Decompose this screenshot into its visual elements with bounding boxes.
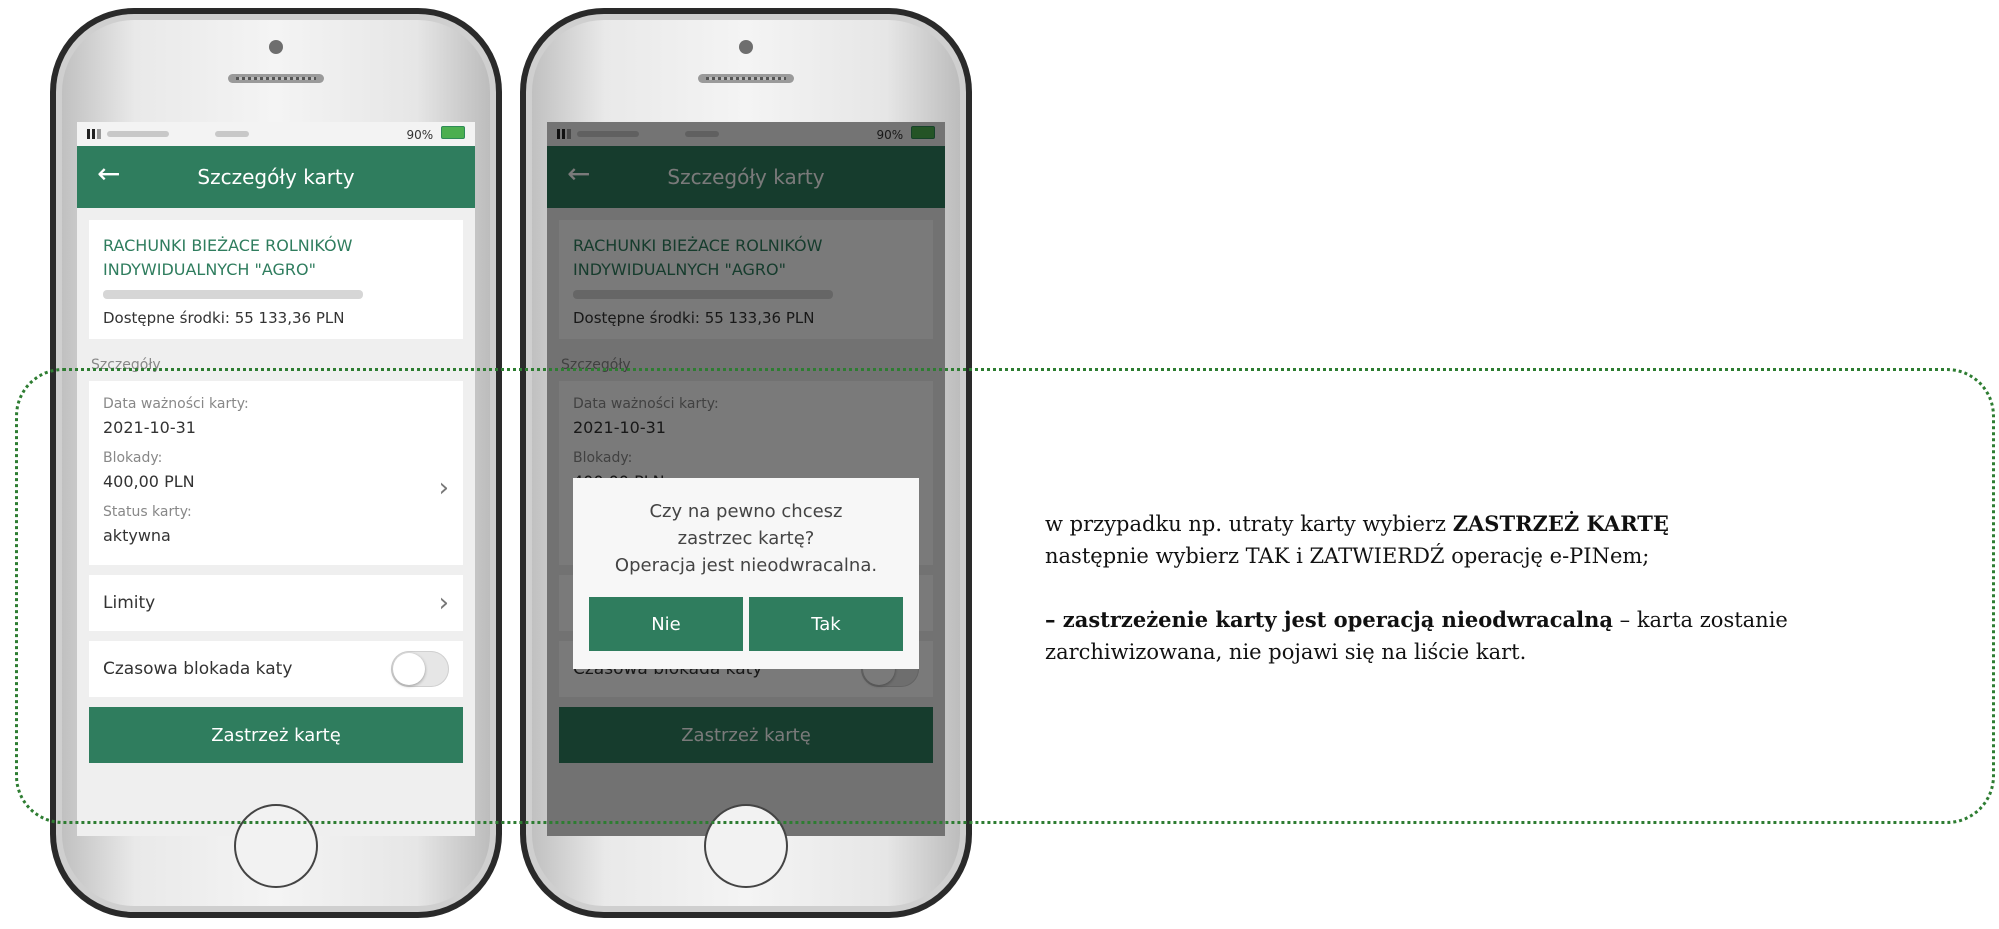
instruction-bold: ZASTRZEŻ KARTĘ bbox=[1452, 511, 1669, 536]
app-bar: ← Szczegóły karty bbox=[77, 146, 475, 208]
page-title: Szczegóły karty bbox=[197, 165, 355, 189]
arrow-left-icon[interactable]: ← bbox=[97, 160, 120, 188]
instructions: w przypadku np. utraty karty wybierz ZAS… bbox=[1045, 508, 1965, 668]
instruction-line-1: w przypadku np. utraty karty wybierz ZAS… bbox=[1045, 508, 1965, 540]
carrier-blurred bbox=[107, 131, 169, 137]
battery-icon bbox=[441, 126, 465, 139]
speaker-grille bbox=[228, 74, 324, 83]
account-name: RACHUNKI BIEŻACE ROLNIKÓW INDYWIDUALNYCH… bbox=[103, 236, 353, 279]
signal-icon bbox=[87, 129, 101, 139]
warning-line-1: – zastrzeżenie karty jest operacją nieod… bbox=[1045, 604, 1965, 636]
warning-line-2: zarchiwizowana, nie pojawi się na liście… bbox=[1045, 640, 1527, 664]
available-funds: Dostępne środki: 55 133,36 PLN bbox=[103, 309, 345, 327]
account-card: RACHUNKI BIEŻACE ROLNIKÓW INDYWIDUALNYCH… bbox=[89, 220, 463, 339]
speaker-grille bbox=[698, 74, 794, 83]
camera-icon bbox=[269, 40, 283, 54]
instruction-text: w przypadku np. utraty karty wybierz bbox=[1045, 512, 1453, 536]
instruction-line-2: następnie wybierz TAK i ZATWIERDŹ operac… bbox=[1045, 544, 1650, 568]
time-blurred bbox=[215, 131, 249, 137]
warning-bold: – zastrzeżenie karty jest operacją nieod… bbox=[1045, 607, 1613, 632]
status-bar: 90% bbox=[77, 122, 475, 146]
camera-icon bbox=[739, 40, 753, 54]
account-number-blurred bbox=[103, 290, 363, 299]
warning-text: – karta zostanie bbox=[1612, 608, 1788, 632]
battery-percent: 90% bbox=[406, 128, 434, 142]
